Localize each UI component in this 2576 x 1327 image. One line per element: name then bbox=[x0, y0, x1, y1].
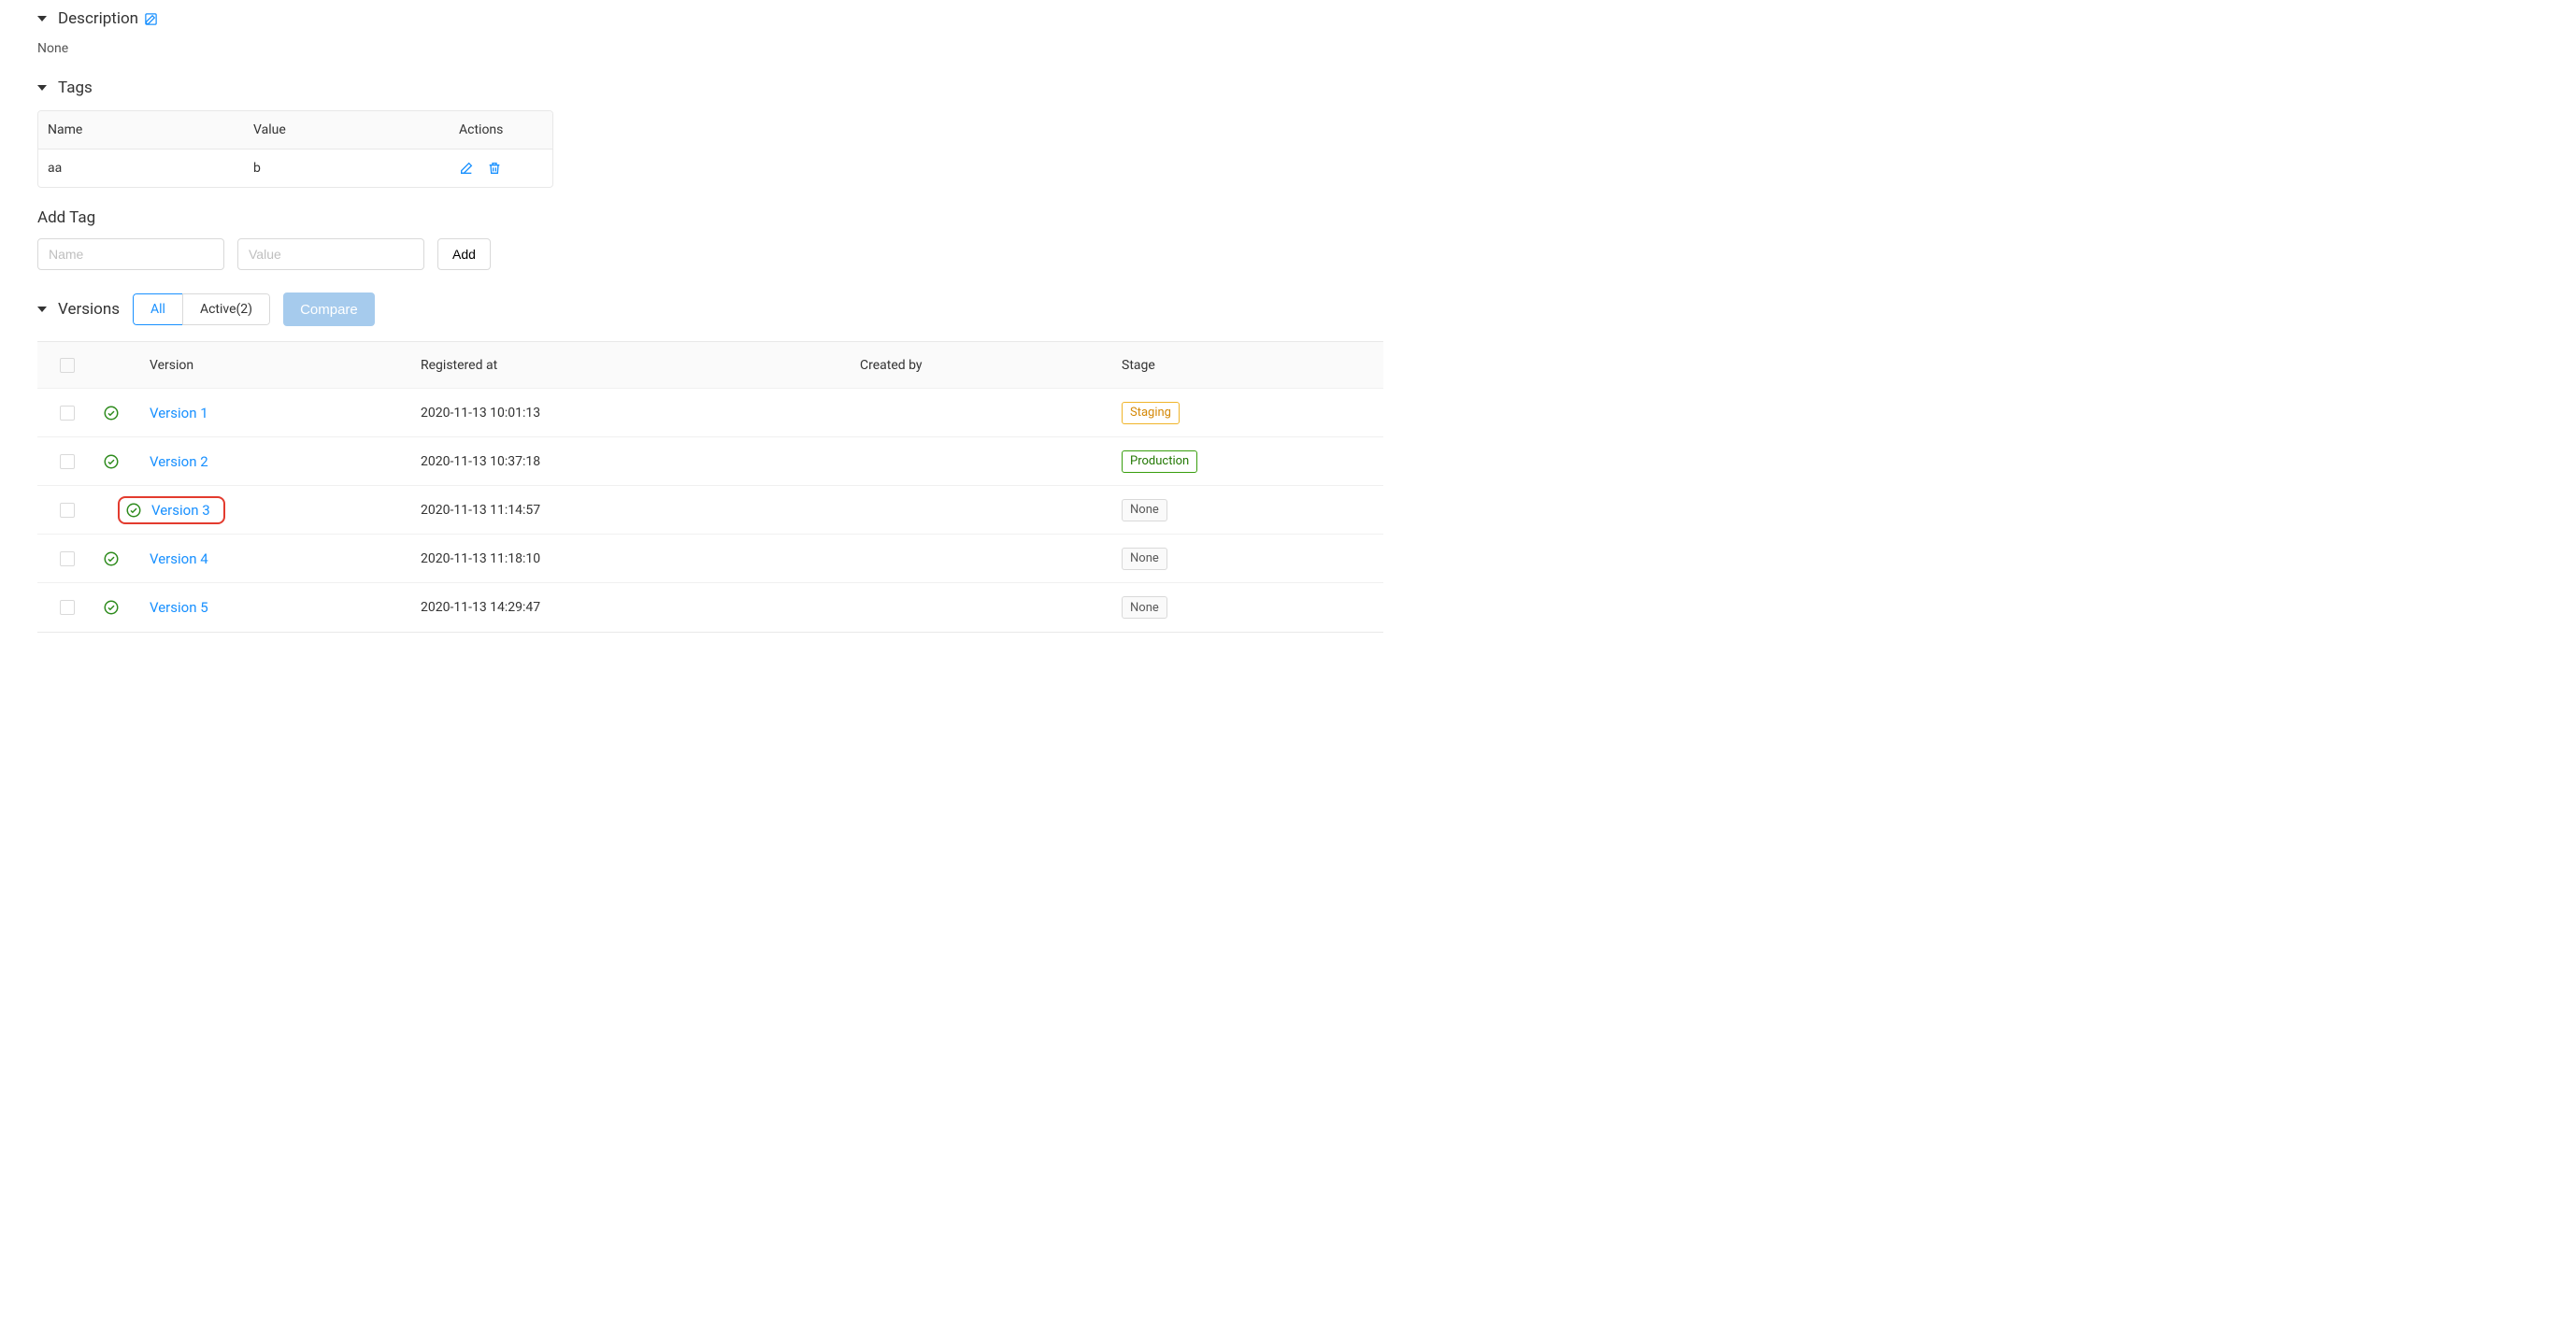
registered-at: 2020-11-13 10:37:18 bbox=[421, 454, 860, 469]
filter-active[interactable]: Active(2) bbox=[182, 293, 270, 325]
stage-badge[interactable]: None bbox=[1122, 548, 1167, 570]
versions-table-row: Version 1 2020-11-13 10:01:13 Staging bbox=[37, 389, 1383, 437]
col-version: Version bbox=[150, 358, 421, 373]
versions-section: Versions All Active(2) Compare Version R… bbox=[37, 293, 2539, 633]
versions-table-row: Version 5 2020-11-13 14:29:47 None bbox=[37, 583, 1383, 632]
tags-header[interactable]: Tags bbox=[37, 78, 2539, 97]
description-header[interactable]: Description bbox=[37, 9, 2539, 28]
tags-col-actions: Actions bbox=[459, 122, 553, 137]
add-tag-button[interactable]: Add bbox=[437, 238, 491, 270]
col-stage: Stage bbox=[1122, 358, 1365, 373]
status-ready-icon bbox=[103, 453, 150, 470]
add-tag-value-input[interactable] bbox=[237, 238, 424, 270]
version-link[interactable]: Version 5 bbox=[150, 599, 208, 616]
tags-col-value: Value bbox=[253, 122, 459, 137]
tags-table-row: aa b bbox=[38, 150, 552, 187]
registered-at: 2020-11-13 10:01:13 bbox=[421, 406, 860, 421]
tag-value: b bbox=[253, 161, 459, 176]
row-checkbox[interactable] bbox=[60, 406, 75, 421]
caret-down-icon bbox=[37, 16, 47, 21]
col-created-by: Created by bbox=[860, 358, 1122, 373]
compare-button[interactable]: Compare bbox=[283, 293, 375, 326]
row-checkbox[interactable] bbox=[60, 503, 75, 518]
versions-heading-wrap[interactable]: Versions bbox=[37, 300, 120, 319]
registered-at: 2020-11-13 14:29:47 bbox=[421, 600, 860, 615]
versions-table-head: Version Registered at Created by Stage bbox=[37, 342, 1383, 389]
versions-table: Version Registered at Created by Stage V… bbox=[37, 341, 1383, 633]
description-section: Description None bbox=[37, 9, 2539, 56]
edit-tag-icon[interactable] bbox=[459, 161, 474, 176]
row-checkbox[interactable] bbox=[60, 600, 75, 615]
tags-heading: Tags bbox=[58, 78, 93, 97]
stage-badge[interactable]: Staging bbox=[1122, 402, 1180, 424]
description-heading: Description bbox=[58, 9, 138, 28]
tag-actions bbox=[459, 161, 553, 176]
caret-down-icon bbox=[37, 85, 47, 91]
add-tag-form: Add bbox=[37, 238, 2539, 270]
version-link[interactable]: Version 4 bbox=[150, 550, 208, 567]
versions-filter-group: All Active(2) bbox=[133, 293, 270, 325]
row-checkbox[interactable] bbox=[60, 454, 75, 469]
description-value: None bbox=[37, 41, 2539, 56]
tag-name: aa bbox=[48, 161, 253, 176]
version-link[interactable]: Version 1 bbox=[150, 405, 208, 421]
registered-at: 2020-11-13 11:14:57 bbox=[421, 503, 860, 518]
version-link[interactable]: Version 3 bbox=[151, 502, 210, 519]
edit-icon[interactable] bbox=[144, 12, 158, 26]
status-ready-icon bbox=[103, 550, 150, 567]
versions-heading: Versions bbox=[58, 300, 120, 319]
tags-section: Tags Name Value Actions aa b bbox=[37, 78, 2539, 270]
delete-tag-icon[interactable] bbox=[487, 161, 502, 176]
stage-badge[interactable]: Production bbox=[1122, 450, 1197, 473]
stage-badge[interactable]: None bbox=[1122, 596, 1167, 619]
tags-table-head: Name Value Actions bbox=[38, 111, 552, 150]
versions-table-row: Version 4 2020-11-13 11:18:10 None bbox=[37, 535, 1383, 583]
versions-header: Versions All Active(2) Compare bbox=[37, 293, 2539, 326]
col-registered-at: Registered at bbox=[421, 358, 860, 373]
status-ready-icon bbox=[103, 599, 150, 616]
highlighted-version: Version 3 bbox=[118, 496, 225, 524]
stage-badge[interactable]: None bbox=[1122, 499, 1167, 521]
caret-down-icon bbox=[37, 307, 47, 312]
tags-table: Name Value Actions aa b bbox=[37, 110, 553, 188]
filter-all[interactable]: All bbox=[133, 293, 183, 325]
add-tag-name-input[interactable] bbox=[37, 238, 224, 270]
add-tag-section: Add Tag Add bbox=[37, 208, 2539, 270]
registered-at: 2020-11-13 11:18:10 bbox=[421, 551, 860, 566]
tags-col-name: Name bbox=[48, 122, 253, 137]
versions-table-row: Version 2 2020-11-13 10:37:18 Production bbox=[37, 437, 1383, 486]
row-checkbox[interactable] bbox=[60, 551, 75, 566]
status-ready-icon bbox=[103, 405, 150, 421]
version-link[interactable]: Version 2 bbox=[150, 453, 208, 470]
select-all-checkbox[interactable] bbox=[60, 358, 75, 373]
add-tag-title: Add Tag bbox=[37, 208, 2539, 227]
versions-table-row: Version 3 2020-11-13 11:14:57 None bbox=[37, 486, 1383, 535]
status-ready-icon bbox=[125, 502, 142, 519]
